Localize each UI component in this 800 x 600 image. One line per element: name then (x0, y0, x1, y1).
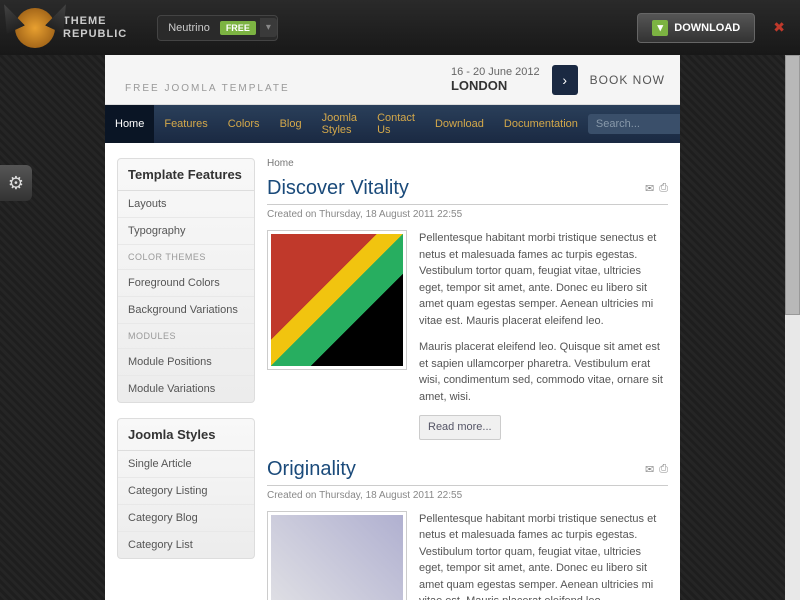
chevron-right-icon: › (562, 72, 567, 88)
download-label: DOWNLOAD (674, 22, 740, 34)
article-title: Discover Vitality ✉ ⎙ (267, 177, 668, 205)
article: Originality ✉ ⎙ Created on Thursday, 18 … (267, 458, 668, 600)
promo-banner: FREE JOOMLA TEMPLATE 16 - 20 June 2012 L… (105, 55, 680, 105)
article-title-text: Discover Vitality (267, 177, 409, 200)
promo-text: 16 - 20 June 2012 LONDON (451, 66, 540, 93)
search-input[interactable] (588, 114, 680, 134)
nav-colors[interactable]: Colors (218, 105, 270, 143)
article-paragraph: Pellentesque habitant morbi tristique se… (419, 230, 668, 329)
article-text: Pellentesque habitant morbi tristique se… (419, 511, 668, 600)
dropdown-value: Neutrino (158, 22, 220, 34)
nav-contact[interactable]: Contact Us (367, 105, 425, 143)
sidebar: Template Features Layouts Typography COL… (117, 158, 255, 600)
article-meta: Created on Thursday, 18 August 2011 22:5… (267, 209, 668, 220)
article-title: Originality ✉ ⎙ (267, 458, 668, 486)
template-subtitle: FREE JOOMLA TEMPLATE (125, 83, 290, 94)
sidebar-item-module-variations[interactable]: Module Variations (118, 376, 254, 402)
main-content: Template Features Layouts Typography COL… (105, 143, 680, 600)
sidebar-item-layouts[interactable]: Layouts (118, 191, 254, 218)
vertical-scrollbar[interactable] (785, 55, 800, 600)
scrollbar-thumb[interactable] (785, 55, 800, 315)
top-toolbar: THEME REPUBLIC Neutrino FREE ▾ ▾ DOWNLOA… (0, 0, 800, 55)
free-badge: FREE (220, 21, 256, 35)
article-paragraph: Mauris placerat eleifend leo. Quisque si… (419, 339, 668, 405)
nav-features[interactable]: Features (154, 105, 217, 143)
logo-icon (15, 8, 55, 48)
panel-title: Joomla Styles (118, 419, 254, 451)
sidebar-header-color-themes: COLOR THEMES (118, 245, 254, 270)
article-action-icons: ✉ ⎙ (645, 182, 668, 195)
sidebar-item-background[interactable]: Background Variations (118, 297, 254, 324)
sidebar-item-typography[interactable]: Typography (118, 218, 254, 245)
joomla-styles-panel: Joomla Styles Single Article Category Li… (117, 418, 255, 559)
article-meta: Created on Thursday, 18 August 2011 22:5… (267, 490, 668, 501)
nav-documentation[interactable]: Documentation (494, 105, 588, 143)
article: Discover Vitality ✉ ⎙ Created on Thursda… (267, 177, 668, 440)
sidebar-item-category-list[interactable]: Category List (118, 532, 254, 558)
sidebar-item-module-positions[interactable]: Module Positions (118, 349, 254, 376)
sidebar-item-category-blog[interactable]: Category Blog (118, 505, 254, 532)
article-action-icons: ✉ ⎙ (645, 463, 668, 476)
arrow-button[interactable]: › (552, 65, 578, 95)
article-title-text: Originality (267, 458, 356, 481)
sidebar-item-single-article[interactable]: Single Article (118, 451, 254, 478)
settings-tab[interactable]: ⚙ (0, 165, 32, 201)
promo-city: LONDON (451, 78, 540, 93)
logo-text: THEME REPUBLIC (63, 15, 127, 39)
chevron-down-icon: ▾ (260, 18, 277, 37)
content-area: FREE JOOMLA TEMPLATE 16 - 20 June 2012 L… (105, 55, 680, 600)
download-icon: ▾ (652, 20, 668, 36)
article-image (267, 511, 407, 600)
breadcrumb[interactable]: Home (267, 158, 668, 169)
main-nav: Home Features Colors Blog Joomla Styles … (105, 105, 680, 143)
article-body: Pellentesque habitant morbi tristique se… (267, 511, 668, 600)
template-features-panel: Template Features Layouts Typography COL… (117, 158, 255, 403)
email-icon[interactable]: ✉ (645, 463, 654, 476)
nav-download[interactable]: Download (425, 105, 494, 143)
print-icon[interactable]: ⎙ (659, 182, 668, 195)
close-icon[interactable]: ✖ (773, 19, 785, 36)
sidebar-item-foreground[interactable]: Foreground Colors (118, 270, 254, 297)
article-body: Pellentesque habitant morbi tristique se… (267, 230, 668, 440)
article-area: Home Discover Vitality ✉ ⎙ Created on Th… (267, 158, 668, 600)
nav-home[interactable]: Home (105, 105, 154, 143)
article-image (267, 230, 407, 370)
sidebar-header-modules: MODULES (118, 324, 254, 349)
article-paragraph: Pellentesque habitant morbi tristique se… (419, 511, 668, 600)
promo-dates: 16 - 20 June 2012 (451, 66, 540, 78)
print-icon[interactable]: ⎙ (659, 463, 668, 476)
panel-title: Template Features (118, 159, 254, 191)
template-dropdown[interactable]: Neutrino FREE ▾ (157, 15, 278, 41)
sidebar-item-category-listing[interactable]: Category Listing (118, 478, 254, 505)
gear-icon: ⚙ (8, 173, 24, 194)
nav-blog[interactable]: Blog (270, 105, 312, 143)
email-icon[interactable]: ✉ (645, 182, 654, 195)
book-now-button[interactable]: BOOK NOW (590, 73, 665, 87)
article-text: Pellentesque habitant morbi tristique se… (419, 230, 668, 440)
read-more-button[interactable]: Read more... (419, 415, 501, 440)
download-button[interactable]: ▾ DOWNLOAD (637, 13, 755, 43)
nav-joomla-styles[interactable]: Joomla Styles (312, 105, 367, 143)
logo[interactable]: THEME REPUBLIC (15, 8, 127, 48)
